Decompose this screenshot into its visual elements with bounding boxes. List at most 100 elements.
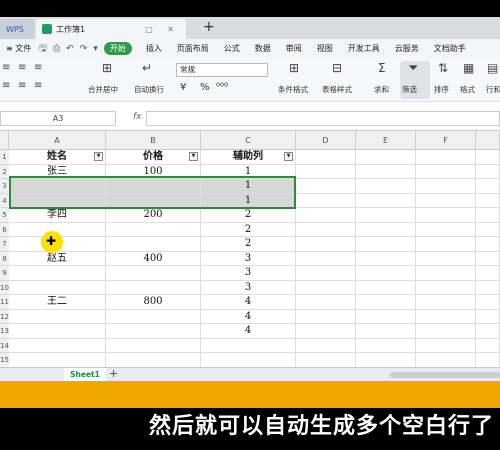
undo-icon[interactable]: ↶ bbox=[66, 44, 74, 54]
column-header-b[interactable]: B bbox=[106, 131, 201, 150]
empty-cell[interactable] bbox=[296, 266, 356, 281]
column-header-f[interactable]: F bbox=[416, 131, 476, 150]
cell-b2[interactable]: 100 bbox=[106, 164, 201, 179]
cell-b11[interactable]: 800 bbox=[106, 295, 201, 310]
empty-cell[interactable] bbox=[476, 338, 500, 353]
empty-cell[interactable] bbox=[356, 251, 416, 266]
empty-cell[interactable] bbox=[416, 208, 476, 223]
empty-cell[interactable] bbox=[356, 193, 416, 208]
cell-a9[interactable] bbox=[9, 266, 106, 281]
column-header-e[interactable]: E bbox=[356, 131, 416, 150]
redo-icon[interactable]: ↷ bbox=[80, 44, 88, 54]
empty-cell[interactable] bbox=[476, 251, 500, 266]
empty-cell[interactable] bbox=[416, 295, 476, 310]
conditional-format-button[interactable]: 条件格式 bbox=[278, 84, 308, 95]
cell-c6[interactable]: 2 bbox=[201, 222, 296, 237]
column-header-a[interactable]: A bbox=[9, 131, 106, 150]
row-header[interactable]: 5 bbox=[0, 208, 9, 223]
cell-a8[interactable]: 赵五 bbox=[9, 251, 106, 266]
cell-a5[interactable]: 李四 bbox=[9, 208, 106, 223]
filter-dropdown-icon[interactable]: ▼ bbox=[284, 152, 293, 161]
cell-c7[interactable]: 2 bbox=[201, 237, 296, 252]
cell-a14[interactable] bbox=[9, 338, 106, 353]
sort-button[interactable]: 排序 bbox=[434, 84, 449, 95]
thousand-separator-button[interactable]: ⁰⁰⁰ bbox=[216, 82, 228, 93]
cell-c1[interactable]: 辅助列 ▼ bbox=[201, 150, 296, 165]
cell-a11[interactable]: 王二 bbox=[9, 295, 106, 310]
row-header[interactable]: 9 bbox=[0, 266, 9, 281]
align-center-icon[interactable]: ≡ bbox=[18, 62, 26, 73]
currency-button[interactable]: ¥ bbox=[180, 82, 186, 93]
empty-cell[interactable] bbox=[356, 208, 416, 223]
empty-cell[interactable] bbox=[356, 324, 416, 339]
tab-controls[interactable]: □ ✕ bbox=[145, 25, 180, 34]
number-format-select[interactable]: 常规 bbox=[176, 63, 268, 77]
row-header[interactable]: 2 bbox=[0, 164, 9, 179]
add-sheet-button[interactable]: + bbox=[109, 367, 118, 380]
menu-developer[interactable]: 开发工具 bbox=[348, 43, 380, 54]
empty-cell[interactable] bbox=[476, 237, 500, 252]
cell-c8[interactable]: 3 bbox=[201, 251, 296, 266]
empty-cell[interactable] bbox=[356, 179, 416, 194]
cell-b13[interactable] bbox=[106, 324, 201, 339]
menu-data[interactable]: 数据 bbox=[255, 43, 271, 54]
spreadsheet-grid[interactable]: A B C D E F 1 姓名 ▼ 价格 ▼ 辅助列 ▼ 2 张三 100 1 3 1 4 1 5 李四 200… bbox=[0, 131, 500, 367]
menu-review[interactable]: 审阅 bbox=[286, 43, 302, 54]
column-header-d[interactable]: D bbox=[296, 131, 356, 150]
merge-center-button[interactable]: 合并居中 bbox=[88, 84, 118, 95]
empty-cell[interactable] bbox=[416, 222, 476, 237]
empty-cell[interactable] bbox=[476, 222, 500, 237]
row-col-icon[interactable]: ▤ bbox=[487, 61, 498, 75]
empty-cell[interactable] bbox=[296, 295, 356, 310]
cell-c15[interactable] bbox=[201, 353, 296, 367]
cell-b12[interactable] bbox=[106, 309, 201, 324]
cell-c13[interactable]: 4 bbox=[201, 324, 296, 339]
autowrap-button[interactable]: 自动换行 bbox=[134, 84, 164, 95]
new-tab-button[interactable]: + bbox=[203, 19, 215, 35]
format-button[interactable]: 格式 bbox=[460, 84, 475, 95]
cell-b14[interactable] bbox=[106, 338, 201, 353]
empty-cell[interactable] bbox=[476, 164, 500, 179]
menu-formula[interactable]: 公式 bbox=[224, 43, 240, 54]
cell-a3[interactable] bbox=[9, 179, 106, 194]
cell-b8[interactable]: 400 bbox=[106, 251, 201, 266]
empty-cell[interactable] bbox=[356, 164, 416, 179]
empty-cell[interactable] bbox=[296, 251, 356, 266]
sum-button[interactable]: 求和 bbox=[374, 84, 389, 95]
empty-cell[interactable] bbox=[296, 309, 356, 324]
empty-cell[interactable] bbox=[356, 237, 416, 252]
empty-cell[interactable] bbox=[476, 208, 500, 223]
cell-c2[interactable]: 1 bbox=[201, 164, 296, 179]
empty-cell[interactable] bbox=[476, 266, 500, 281]
empty-cell[interactable] bbox=[296, 208, 356, 223]
empty-cell[interactable] bbox=[356, 338, 416, 353]
row-header[interactable]: 4 bbox=[0, 193, 9, 208]
empty-cell[interactable] bbox=[416, 150, 476, 165]
cell-b15[interactable] bbox=[106, 353, 201, 367]
formula-input[interactable] bbox=[146, 111, 500, 126]
cell-b10[interactable] bbox=[106, 280, 201, 295]
cell-b5[interactable]: 200 bbox=[106, 208, 201, 223]
menu-view[interactable]: 视图 bbox=[317, 43, 333, 54]
autowrap-icon[interactable]: ↵ bbox=[142, 61, 152, 75]
empty-cell[interactable] bbox=[416, 280, 476, 295]
cell-c9[interactable]: 3 bbox=[201, 266, 296, 281]
cell-b4[interactable] bbox=[106, 193, 201, 208]
empty-cell[interactable] bbox=[296, 324, 356, 339]
indent-icon[interactable]: ≡ bbox=[2, 80, 10, 91]
cell-a13[interactable] bbox=[9, 324, 106, 339]
tab-workbook[interactable]: 工作簿1 □ ✕ bbox=[36, 19, 186, 39]
row-header[interactable]: 10 bbox=[0, 280, 9, 295]
empty-cell[interactable] bbox=[296, 193, 356, 208]
empty-cell[interactable] bbox=[296, 222, 356, 237]
column-header-overflow[interactable] bbox=[476, 131, 500, 150]
select-all-corner[interactable] bbox=[0, 131, 9, 150]
empty-cell[interactable] bbox=[416, 324, 476, 339]
cell-c4[interactable]: 1 bbox=[201, 193, 296, 208]
row-col-button[interactable]: 行和 bbox=[486, 84, 500, 95]
empty-cell[interactable] bbox=[296, 164, 356, 179]
cell-c14[interactable] bbox=[201, 338, 296, 353]
empty-cell[interactable] bbox=[416, 338, 476, 353]
row-header[interactable]: 3 bbox=[0, 179, 9, 194]
cell-a15[interactable] bbox=[9, 353, 106, 367]
